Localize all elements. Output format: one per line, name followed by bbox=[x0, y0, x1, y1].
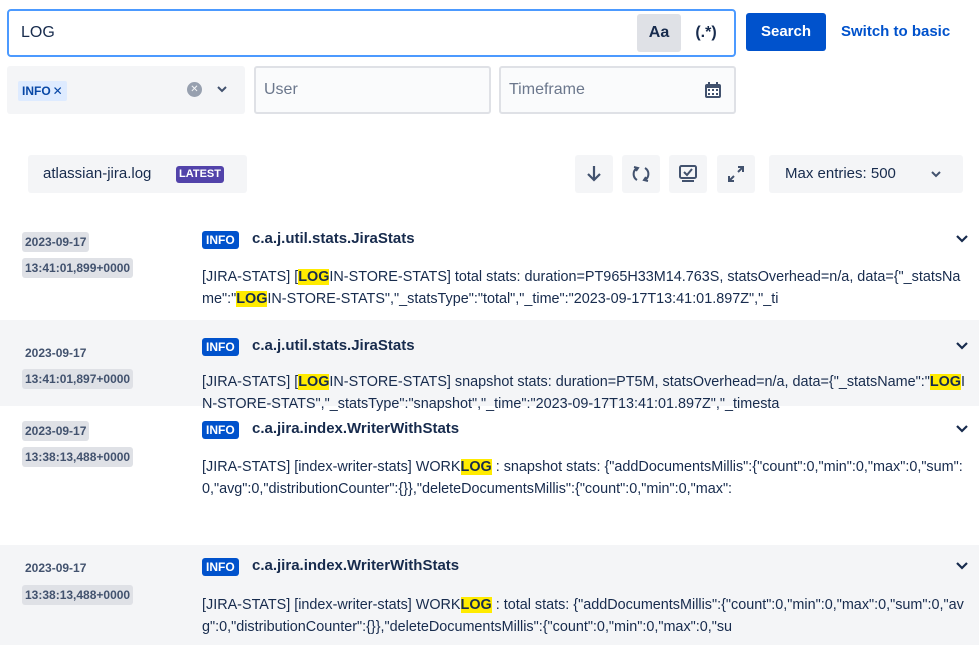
max-entries-label: Max entries: 500 bbox=[785, 165, 896, 182]
chevron-down-icon[interactable] bbox=[954, 421, 970, 437]
entry-date: 2023-09-17 bbox=[22, 421, 90, 441]
timeframe-field bbox=[499, 66, 736, 114]
download-icon bbox=[587, 166, 601, 182]
entry-time: 13:41:01,899+0000 bbox=[22, 258, 134, 278]
log-message: [JIRA-STATS] [index-writer-stats] WORKLO… bbox=[202, 597, 964, 635]
refresh-icon bbox=[632, 166, 650, 182]
match-highlight: LOG bbox=[460, 459, 492, 475]
log-entry[interactable]: 2023-09-17 13:38:13,488+0000 INFO c.a.ji… bbox=[0, 545, 979, 645]
search-input[interactable] bbox=[21, 11, 621, 55]
max-entries-select[interactable]: Max entries: 500 bbox=[769, 155, 963, 193]
file-tab[interactable]: atlassian-jira.log LATEST bbox=[28, 155, 247, 193]
latest-badge: LATEST bbox=[176, 166, 224, 183]
chevron-down-icon[interactable] bbox=[954, 558, 970, 574]
chevron-down-icon[interactable] bbox=[215, 80, 229, 98]
entry-time: 13:38:13,488+0000 bbox=[22, 585, 134, 605]
match-highlight: LOG bbox=[298, 269, 330, 285]
level-tag-label: INFO bbox=[22, 84, 51, 98]
refresh-button[interactable] bbox=[622, 155, 660, 193]
monitor-button[interactable] bbox=[669, 155, 707, 193]
entry-time: 13:38:13,488+0000 bbox=[22, 447, 134, 467]
level-tag-info: INFO ✕ bbox=[18, 81, 67, 101]
match-highlight: LOG bbox=[236, 291, 268, 307]
user-field bbox=[254, 66, 491, 114]
entry-time: 13:41:01,897+0000 bbox=[22, 369, 134, 389]
log-message: [JIRA-STATS] [index-writer-stats] WORKLO… bbox=[202, 459, 963, 497]
search-box: Aa (.*) bbox=[7, 9, 736, 57]
log-entry[interactable]: 2023-09-17 13:38:13,488+0000 INFO c.a.ji… bbox=[0, 418, 979, 506]
logger-name: c.a.jira.index.WriterWithStats bbox=[252, 420, 460, 437]
clear-icon[interactable]: ✕ bbox=[187, 82, 202, 97]
level-badge: INFO bbox=[202, 421, 239, 439]
entry-date: 2023-09-17 bbox=[22, 232, 90, 252]
download-button[interactable] bbox=[575, 155, 613, 193]
switch-to-basic-link[interactable]: Switch to basic bbox=[841, 13, 950, 51]
entry-date: 2023-09-17 bbox=[25, 561, 87, 575]
logger-name: c.a.j.util.stats.JiraStats bbox=[252, 230, 415, 247]
log-message: [JIRA-STATS] [LOGIN-STORE-STATS] snapsho… bbox=[202, 374, 966, 412]
expand-button[interactable] bbox=[717, 155, 755, 193]
entry-date: 2023-09-17 bbox=[25, 346, 87, 360]
match-highlight: LOG bbox=[298, 374, 330, 390]
chevron-down-icon bbox=[931, 171, 941, 178]
remove-tag-icon[interactable]: ✕ bbox=[53, 84, 63, 98]
case-sensitive-toggle[interactable]: Aa bbox=[637, 14, 681, 52]
log-entry[interactable]: 2023-09-17 13:41:01,899+0000 INFO c.a.j.… bbox=[0, 205, 979, 307]
calendar-icon[interactable] bbox=[704, 81, 722, 99]
log-entry[interactable]: 2023-09-17 13:41:01,897+0000 INFO c.a.j.… bbox=[0, 320, 979, 412]
chevron-down-icon[interactable] bbox=[954, 231, 970, 247]
match-highlight: LOG bbox=[460, 597, 492, 613]
file-name: atlassian-jira.log bbox=[43, 165, 152, 182]
match-highlight: LOG bbox=[929, 374, 962, 390]
level-badge: INFO bbox=[202, 231, 239, 249]
logger-name: c.a.jira.index.WriterWithStats bbox=[252, 557, 460, 574]
level-filter-select[interactable]: INFO ✕ ✕ bbox=[7, 66, 245, 114]
search-button[interactable]: Search bbox=[746, 13, 826, 51]
chevron-down-icon[interactable] bbox=[954, 338, 970, 354]
timeframe-input[interactable] bbox=[509, 68, 709, 112]
log-message: [JIRA-STATS] [LOGIN-STORE-STATS] total s… bbox=[202, 269, 961, 307]
level-badge: INFO bbox=[202, 558, 239, 576]
monitor-icon bbox=[679, 165, 697, 182]
regex-toggle[interactable]: (.*) bbox=[683, 14, 729, 52]
level-badge: INFO bbox=[202, 338, 239, 356]
expand-icon bbox=[728, 166, 744, 182]
logger-name: c.a.j.util.stats.JiraStats bbox=[252, 337, 415, 354]
user-input[interactable] bbox=[264, 68, 464, 112]
